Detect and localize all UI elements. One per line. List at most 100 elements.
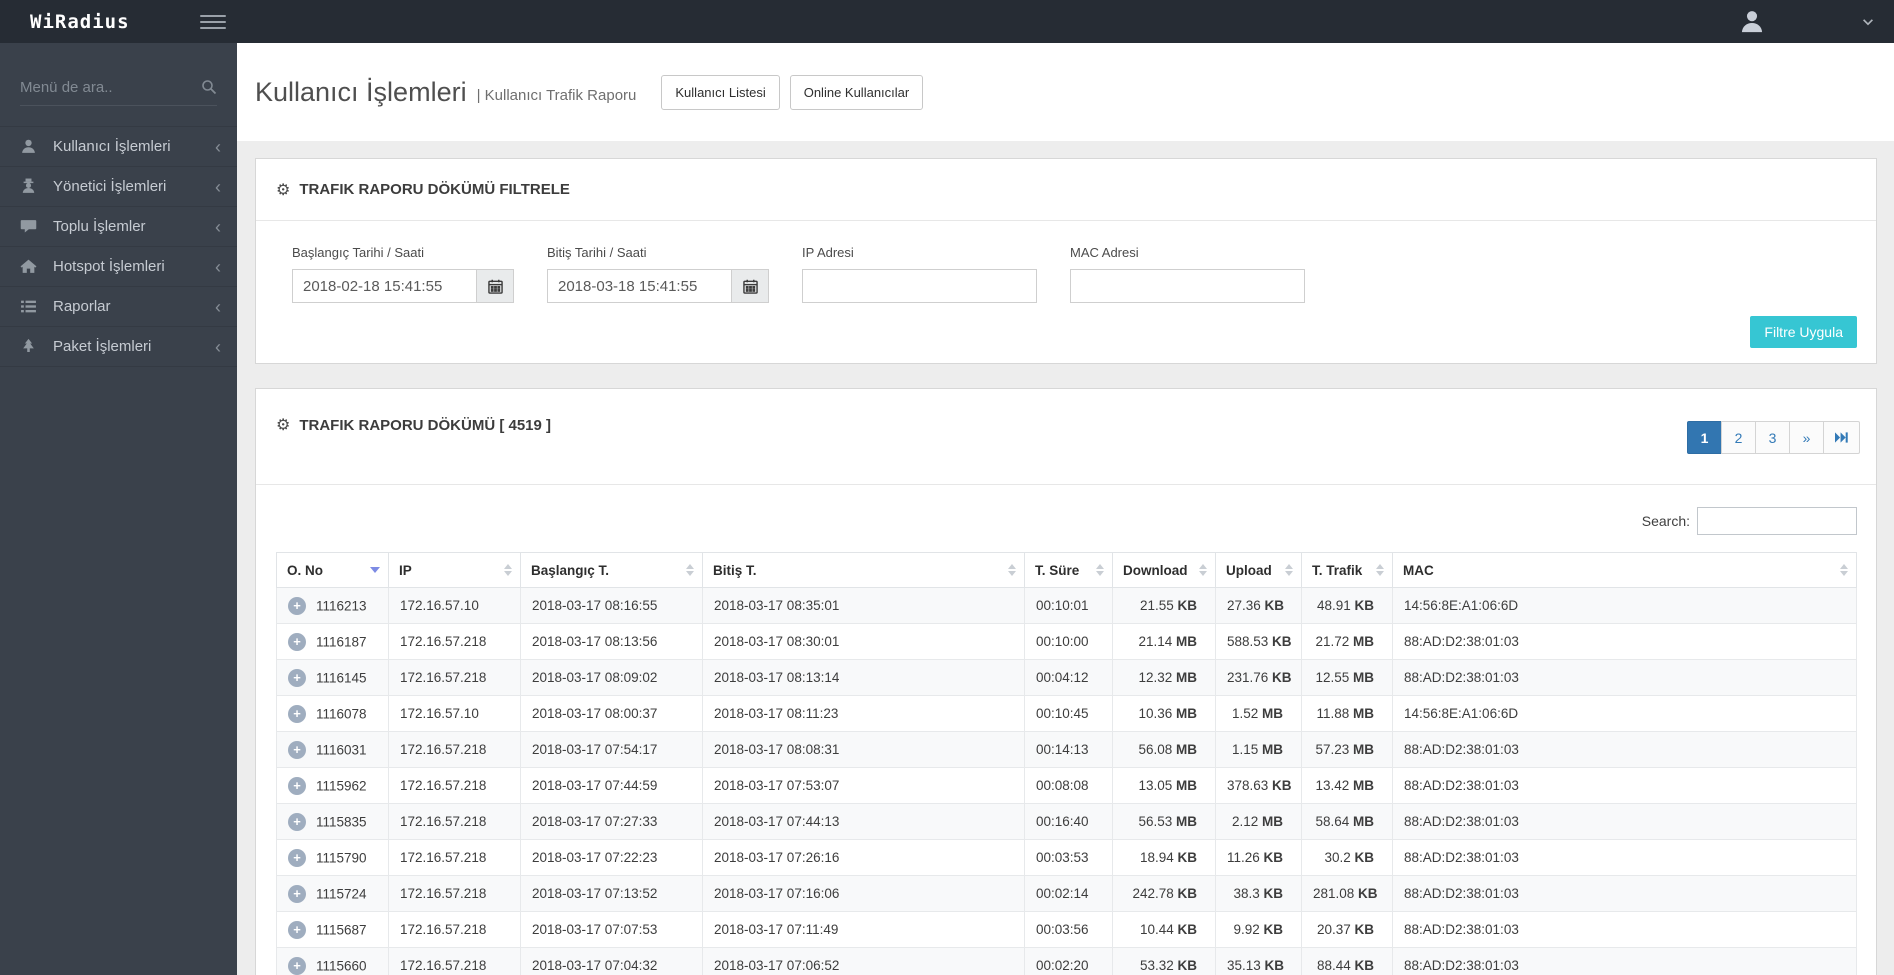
pagination-page-3[interactable]: 3: [1755, 421, 1790, 454]
cell-mac: 88:AD:D2:38:01:03: [1392, 623, 1857, 660]
app-logo[interactable]: WiRadius: [0, 11, 170, 33]
expand-row-button[interactable]: +: [288, 632, 306, 651]
cell-start: 2018-03-17 07:22:23: [520, 839, 703, 876]
column-header-ba-lang-t-[interactable]: Başlangıç T.: [520, 552, 703, 588]
mac-address-input[interactable]: [1070, 269, 1305, 303]
sidebar-search: [20, 73, 217, 106]
column-header-t-trafik[interactable]: T. Trafik: [1301, 552, 1393, 588]
start-datetime-group: Başlangıç Tarihi / Saati: [292, 245, 514, 303]
cell-ip: 172.16.57.218: [388, 803, 521, 840]
sort-icon: [1096, 564, 1104, 576]
pagination-page-1[interactable]: 1: [1687, 421, 1722, 454]
cell-traffic: 281.08 KB: [1301, 875, 1393, 912]
online-kullanicilar-button[interactable]: Online Kullanıcılar: [789, 74, 924, 110]
cell-start: 2018-03-17 08:13:56: [520, 623, 703, 660]
cell-duration: 00:10:00: [1024, 623, 1113, 660]
chevron-down-icon[interactable]: [1861, 15, 1875, 29]
expand-row-button[interactable]: +: [288, 920, 306, 939]
calendar-button[interactable]: [477, 269, 514, 303]
cell-start: 2018-03-17 07:54:17: [520, 731, 703, 768]
cell-upload: 1.52 MB: [1215, 695, 1302, 732]
cell-upload: 27.36 KB: [1215, 587, 1302, 624]
comment-icon: [19, 218, 38, 235]
sidebar-search-input[interactable]: [20, 73, 217, 105]
column-header-biti-t-[interactable]: Bitiş T.: [702, 552, 1025, 588]
ip-address-group: IP Adresi: [802, 245, 1037, 303]
sort-icon: [1199, 564, 1207, 576]
list-icon: [19, 298, 38, 315]
pagination-last-button[interactable]: [1823, 421, 1860, 454]
chevron-left-icon: ‹: [215, 296, 221, 317]
expand-row-button[interactable]: +: [288, 740, 306, 759]
cell-duration: 00:02:20: [1024, 947, 1113, 975]
pagination-page-2[interactable]: 2: [1721, 421, 1756, 454]
column-header-mac[interactable]: MAC: [1392, 552, 1857, 588]
cell-upload: 378.63 KB: [1215, 767, 1302, 804]
apply-filter-button[interactable]: Filtre Uygula: [1750, 316, 1857, 348]
pagination-next-button[interactable]: »: [1789, 421, 1824, 454]
cell-ono: +1115835: [276, 803, 389, 840]
search-icon[interactable]: [201, 79, 217, 95]
cell-start: 2018-03-17 07:44:59: [520, 767, 703, 804]
chevron-left-icon: ‹: [215, 216, 221, 237]
sidebar-item-kullanici-islemleri[interactable]: Kullanıcı İşlemleri ‹: [0, 127, 237, 167]
cell-duration: 00:08:08: [1024, 767, 1113, 804]
expand-row-button[interactable]: +: [288, 812, 306, 831]
sidebar-item-hotspot-islemleri[interactable]: Hotspot İşlemleri ‹: [0, 247, 237, 287]
expand-row-button[interactable]: +: [288, 668, 306, 687]
table-row: +1115687 172.16.57.218 2018-03-17 07:07:53…: [276, 911, 1857, 948]
cell-duration: 00:10:01: [1024, 587, 1113, 624]
expand-row-button[interactable]: +: [288, 596, 306, 615]
cell-upload: 1.15 MB: [1215, 731, 1302, 768]
cell-mac: 14:56:8E:A1:06:6D: [1392, 695, 1857, 732]
gear-icon: ⚙: [276, 181, 291, 199]
sort-icon: [1376, 564, 1384, 576]
sidebar-item-toplu-islemler[interactable]: Toplu İşlemler ‹: [0, 207, 237, 247]
cell-duration: 00:04:12: [1024, 659, 1113, 696]
sidebar-toggle-icon[interactable]: [200, 11, 226, 33]
report-panel-title: TRAFIK RAPORU DÖKÜMÜ [ 4519 ]: [299, 416, 552, 434]
cell-start: 2018-03-17 08:09:02: [520, 659, 703, 696]
column-header-o-no[interactable]: O. No: [276, 552, 389, 588]
top-navbar: WiRadius: [0, 0, 1894, 43]
ip-address-input[interactable]: [802, 269, 1037, 303]
expand-row-button[interactable]: +: [288, 776, 306, 795]
user-profile-icon[interactable]: [1739, 9, 1765, 35]
column-header-ip[interactable]: IP: [388, 552, 521, 588]
cell-download: 10.44 KB: [1112, 911, 1216, 948]
cell-traffic: 12.55 MB: [1301, 659, 1393, 696]
cell-duration: 00:14:13: [1024, 731, 1113, 768]
column-header-upload[interactable]: Upload: [1215, 552, 1302, 588]
expand-row-button[interactable]: +: [288, 704, 306, 723]
cell-mac: 88:AD:D2:38:01:03: [1392, 947, 1857, 975]
home-icon: [19, 258, 38, 275]
cell-download: 12.32 MB: [1112, 659, 1216, 696]
sidebar-item-yonetici-islemleri[interactable]: Yönetici İşlemleri ‹: [0, 167, 237, 207]
expand-row-button[interactable]: +: [288, 848, 306, 867]
table-search-input[interactable]: [1697, 507, 1857, 535]
gear-icon: ⚙: [276, 417, 291, 434]
sidebar-item-raporlar[interactable]: Raporlar ‹: [0, 287, 237, 327]
calendar-button[interactable]: [732, 269, 769, 303]
cell-mac: 88:AD:D2:38:01:03: [1392, 731, 1857, 768]
cell-start: 2018-03-17 08:16:55: [520, 587, 703, 624]
sidebar: Kullanıcı İşlemleri ‹ Yönetici İşlemleri…: [0, 43, 237, 975]
cell-end: 2018-03-17 08:13:14: [702, 659, 1025, 696]
start-datetime-input[interactable]: [292, 269, 477, 303]
sort-icon: [1840, 564, 1848, 576]
column-header-t-s-re[interactable]: T. Süre: [1024, 552, 1113, 588]
cell-ip: 172.16.57.10: [388, 587, 521, 624]
expand-row-button[interactable]: +: [288, 884, 306, 903]
end-datetime-input[interactable]: [547, 269, 732, 303]
sidebar-item-paket-islemleri[interactable]: Paket İşlemleri ‹: [0, 327, 237, 367]
cell-traffic: 13.42 MB: [1301, 767, 1393, 804]
cell-end: 2018-03-17 08:08:31: [702, 731, 1025, 768]
cell-download: 242.78 KB: [1112, 875, 1216, 912]
cell-ono: +1116187: [276, 623, 389, 660]
cell-end: 2018-03-17 07:06:52: [702, 947, 1025, 975]
kullanici-listesi-button[interactable]: Kullanıcı Listesi: [661, 74, 780, 110]
column-header-download[interactable]: Download: [1112, 552, 1216, 588]
expand-row-button[interactable]: +: [288, 956, 306, 975]
cell-end: 2018-03-17 07:11:49: [702, 911, 1025, 948]
cell-ip: 172.16.57.10: [388, 695, 521, 732]
